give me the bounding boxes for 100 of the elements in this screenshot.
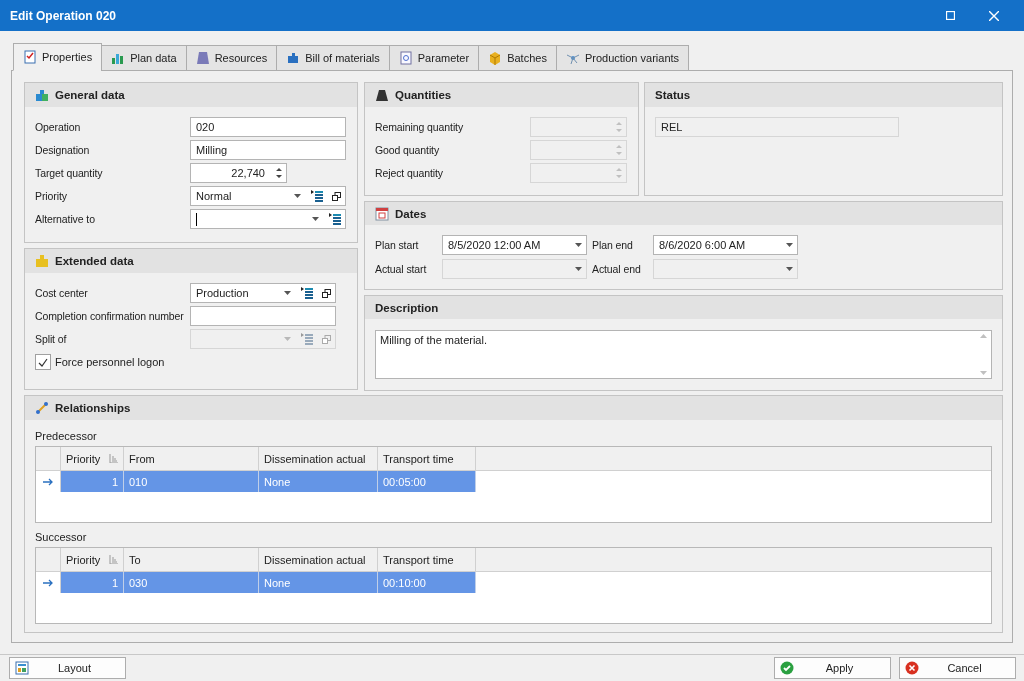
column-header[interactable]: To <box>124 548 259 571</box>
field-label: Target quantity <box>35 167 104 179</box>
description-field[interactable]: Milling of the material. <box>375 330 992 379</box>
table-cell: 030 <box>124 572 259 593</box>
dropdown-arrow-icon <box>575 243 582 247</box>
check-icon <box>780 661 794 675</box>
row-indicator-arrow-icon <box>42 578 54 587</box>
dropdown-arrow-icon <box>575 267 582 271</box>
column-header[interactable]: Priority <box>61 548 124 571</box>
field-label: Remaining quantity <box>375 121 465 133</box>
tab[interactable]: Batches <box>478 45 557 71</box>
calendar-icon <box>375 206 389 221</box>
text-field[interactable] <box>190 306 336 326</box>
grid-caption: Predecessor <box>35 429 98 444</box>
group-title: Relationships <box>55 402 131 414</box>
checklist-icon <box>23 50 37 64</box>
field-label: Plan start <box>375 239 420 251</box>
table-cell: 00:10:00 <box>378 572 476 593</box>
column-header[interactable]: Transport time <box>378 548 476 571</box>
group-title: General data <box>55 89 125 101</box>
column-header[interactable]: Dissemination actual <box>259 447 378 470</box>
spin-arrows-icon <box>276 167 282 179</box>
status-field: REL <box>655 117 899 137</box>
dropdown-arrow-icon <box>294 194 301 198</box>
list-icon <box>311 190 323 202</box>
puzzle-icon <box>35 254 49 268</box>
scroll-up-icon <box>979 334 987 338</box>
scroll-down-icon <box>979 371 987 375</box>
field-label: Split of <box>35 333 68 345</box>
spin-arrows-icon <box>616 167 622 179</box>
dropdown-arrow-icon <box>312 217 319 221</box>
tab[interactable]: Plan data <box>101 45 187 71</box>
date-field[interactable]: 8/6/2020 6:00 AM <box>653 235 798 255</box>
puzzle-icon <box>35 88 49 102</box>
tab[interactable]: Resources <box>185 45 278 71</box>
popup-window-icon <box>322 288 331 298</box>
text-field[interactable]: 020 <box>190 117 346 137</box>
maximize-icon <box>945 11 955 20</box>
checkbox-label: Force personnel logon <box>55 356 165 368</box>
popup-window-icon <box>332 191 341 201</box>
list-icon <box>301 287 313 299</box>
column-header[interactable]: Dissemination actual <box>259 548 378 571</box>
table-cell: None <box>259 471 378 492</box>
column-header[interactable]: From <box>124 447 259 470</box>
field-label: Priority <box>35 190 68 202</box>
spin-arrows-icon <box>616 144 622 156</box>
grid-caption: Successor <box>35 530 88 545</box>
group-title: Dates <box>395 207 427 220</box>
column-header[interactable]: Transport time <box>378 447 476 470</box>
column-header[interactable]: Priority <box>61 447 124 470</box>
tab[interactable]: Parameter <box>388 45 480 71</box>
field-label: Completion confirmation number <box>35 310 185 322</box>
checkbox[interactable] <box>35 354 51 370</box>
tab[interactable]: Production variants <box>555 45 690 71</box>
spin-arrows-icon <box>616 121 622 133</box>
field-label: Actual start <box>375 263 428 275</box>
popup-window-icon <box>322 334 331 344</box>
spin-field[interactable]: 22,740 <box>190 163 287 183</box>
dropdown-arrow-icon <box>786 243 793 247</box>
field-label: Designation <box>35 144 91 156</box>
puzzle-icon <box>286 51 301 65</box>
combo-field[interactable]: Production <box>190 283 336 303</box>
apply-button[interactable]: Apply <box>774 657 891 679</box>
dropdown-arrow-icon <box>284 291 291 295</box>
field-label: Good quantity <box>375 144 441 156</box>
date-field[interactable]: 8/5/2020 12:00 AM <box>442 235 587 255</box>
combo-field[interactable]: Normal <box>190 186 346 206</box>
layout-button[interactable]: Layout <box>9 657 126 679</box>
text-field[interactable]: Milling <box>190 140 346 160</box>
checkmark-icon <box>38 357 48 367</box>
table-cell: 010 <box>124 471 259 492</box>
list-icon <box>329 213 341 225</box>
close-icon <box>989 10 999 21</box>
list-icon <box>301 333 313 345</box>
tab[interactable]: Properties <box>13 43 103 71</box>
cancel-button[interactable]: Cancel <box>899 657 1016 679</box>
tab[interactable]: Bill of materials <box>276 45 390 71</box>
table-cell: 00:05:00 <box>378 471 476 492</box>
combo-field[interactable] <box>190 209 346 229</box>
weight-icon <box>375 88 389 102</box>
document-icon <box>398 51 413 65</box>
group-title: Quantities <box>395 89 452 101</box>
field-label: Actual end <box>591 263 642 275</box>
group-title: Extended data <box>55 255 134 267</box>
field-label: Plan end <box>591 239 634 251</box>
layout-icon <box>15 661 29 675</box>
bar-chart-icon <box>111 51 126 65</box>
group-title: Status <box>655 89 691 101</box>
field-label: Alternative to <box>35 213 96 225</box>
resource-icon <box>195 51 210 65</box>
link-icon <box>35 401 49 415</box>
window-title: Edit Operation 020 <box>10 8 118 23</box>
field-label: Reject quantity <box>375 167 444 179</box>
sort-icon <box>109 555 118 564</box>
dropdown-arrow-icon <box>786 267 793 271</box>
box-icon <box>488 51 503 65</box>
table-cell: None <box>259 572 378 593</box>
table-cell: 1 <box>61 572 124 593</box>
sort-icon <box>109 454 118 463</box>
field-label: Operation <box>35 121 82 133</box>
